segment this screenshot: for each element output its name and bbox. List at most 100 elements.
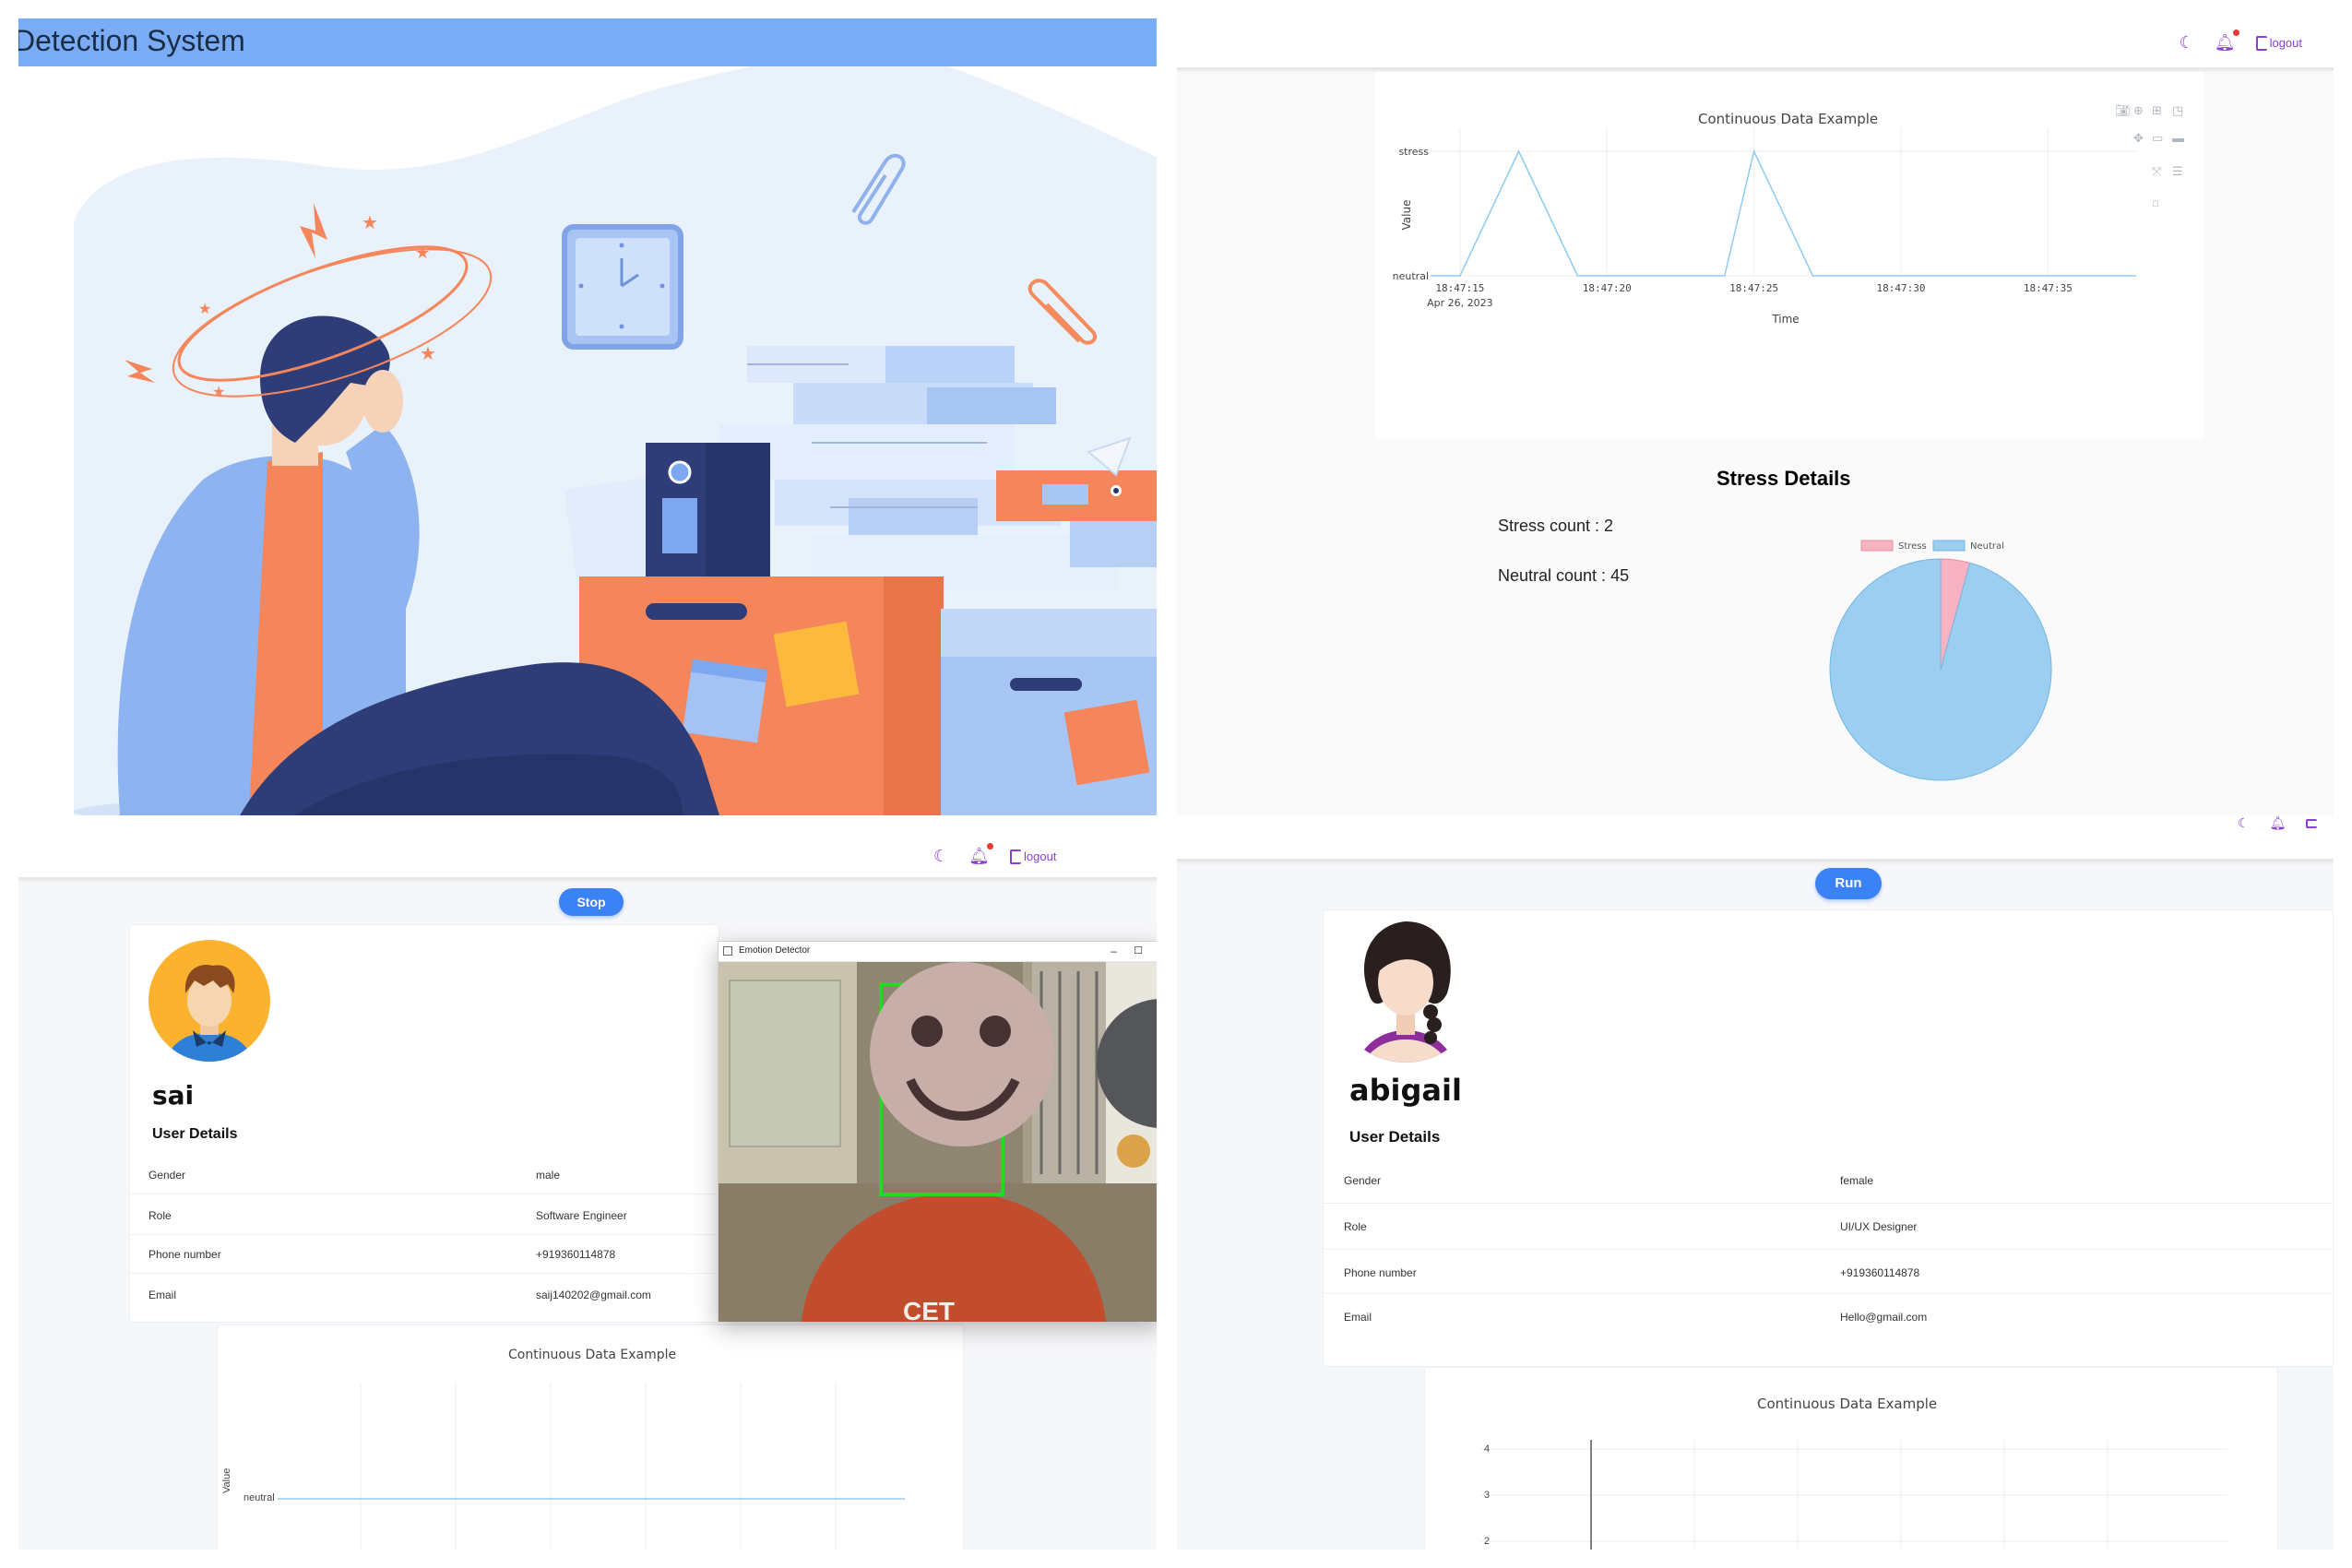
- detector-titlebar[interactable]: Emotion Detector – ☐: [719, 942, 1157, 962]
- logout-icon: [2255, 35, 2267, 51]
- y-tick-label: neutral: [1393, 270, 1429, 282]
- notification-bell-icon[interactable]: 🔔︎: [2215, 30, 2239, 53]
- user-details-heading: User Details: [1349, 1128, 1441, 1146]
- y-tick-label: 3: [1484, 1490, 1491, 1501]
- sai-profile-panel: ☾ 🔔︎ logout Stop sai User Details Gender…: [18, 815, 1157, 1550]
- legend-label: Neutral: [1970, 541, 2004, 552]
- app-title: Detection System: [18, 24, 245, 57]
- abigail-chart-card: Continuous Data Example 4 3 2: [1424, 1367, 2278, 1550]
- detail-label: Gender: [148, 1169, 186, 1182]
- pie-chart: Stress Neutral: [1829, 540, 2052, 781]
- abigail-line-chart: [1480, 1440, 2227, 1550]
- legend-label: Stress: [1898, 541, 1927, 552]
- detail-row: Role Software Engineer: [130, 1194, 719, 1235]
- legend-swatch: [1860, 540, 1894, 552]
- app-title-bar: Detection System: [18, 18, 1157, 66]
- detail-label: Role: [1344, 1220, 1367, 1233]
- user-profile-card: sai User Details Gender male Role Software…: [129, 924, 719, 1323]
- logout-button[interactable]: logout: [2255, 35, 2302, 51]
- logout-label: logout: [1024, 849, 1057, 863]
- y-tick-label: stress: [1398, 146, 1429, 158]
- series-line: [1431, 148, 2136, 277]
- detail-value: female: [1840, 1174, 1874, 1187]
- svg-text:★: ★: [415, 244, 430, 262]
- dark-mode-moon-icon[interactable]: ☾: [2238, 815, 2250, 831]
- y-tick-label: 2: [1484, 1536, 1491, 1547]
- detail-value: +919360114878: [1840, 1266, 1920, 1279]
- legend-swatch: [1932, 540, 1966, 552]
- top-navbar: ☾ 🔔︎ logout: [1177, 18, 2334, 70]
- user-avatar: [1332, 915, 1479, 1063]
- detail-row: Phone number +919360114878: [130, 1235, 719, 1274]
- detail-row: Phone number +919360114878: [1324, 1250, 2333, 1294]
- x-tick-label: 18:47:25: [1729, 282, 1778, 294]
- detail-value: saij140202@gmail.com: [536, 1289, 651, 1301]
- sai-chart-ylabel: Value: [221, 1467, 232, 1493]
- detail-label: Email: [148, 1289, 177, 1301]
- svg-text:CET: CET: [903, 1297, 955, 1322]
- dark-mode-moon-icon[interactable]: ☾: [933, 847, 948, 866]
- detail-row: Email Hello@gmail.com: [1324, 1294, 2333, 1340]
- notification-bell-icon[interactable]: 🔔︎: [968, 843, 993, 866]
- x-subtick-label: Apr 26, 2023: [1427, 297, 1493, 309]
- detail-row: Email saij140202@gmail.com: [130, 1274, 719, 1314]
- neutral-count: Neutral count : 45: [1498, 566, 1630, 585]
- svg-text:★: ★: [362, 213, 378, 233]
- y-tick-label: 4: [1484, 1443, 1491, 1455]
- detail-label: Phone number: [148, 1248, 221, 1261]
- detail-value: male: [536, 1169, 561, 1182]
- line-chart-card: Continuous Data Example 📷︎ ⊕ ⊞ ◳ ✥ ▭ ▬ ⤧…: [1375, 72, 2205, 439]
- logout-label: logout: [2269, 36, 2302, 50]
- user-details-heading: User Details: [152, 1126, 238, 1142]
- emotion-detector-window[interactable]: Emotion Detector – ☐ CET: [718, 941, 1157, 1322]
- x-tick-label: 18:47:20: [1583, 282, 1632, 294]
- nav-actions-sai: ☾ 🔔︎ logout: [933, 843, 1056, 866]
- user-profile-card: abigail User Details Gender female Role UI…: [1323, 909, 2334, 1367]
- detail-row: Gender male: [130, 1156, 719, 1194]
- detail-value: Software Engineer: [536, 1209, 627, 1222]
- user-name: abigail: [1349, 1073, 1462, 1108]
- user-avatar: [139, 931, 279, 1071]
- logout-icon: [1010, 849, 1021, 864]
- stressed-worker-illustration: ★ ★ ★ ★ ★: [74, 53, 1157, 815]
- run-button[interactable]: Run: [1815, 868, 1882, 899]
- notification-bell-icon[interactable]: 🔔︎: [2270, 815, 2287, 831]
- nav-actions-abigail: ☾ 🔔︎: [2238, 815, 2318, 831]
- x-tick-label: 18:47:15: [1435, 282, 1484, 294]
- stress-details-heading: Stress Details: [1716, 467, 1851, 490]
- nav-actions: ☾ 🔔︎ logout: [2180, 30, 2302, 53]
- detail-row: Gender female: [1324, 1159, 2333, 1204]
- stress-count: Stress count : 2: [1498, 517, 1614, 535]
- detail-label: Phone number: [1344, 1266, 1417, 1279]
- dark-mode-moon-icon[interactable]: ☾: [2180, 33, 2194, 53]
- logout-icon[interactable]: [2306, 818, 2318, 828]
- abigail-profile-panel: ☾ 🔔︎ Run abigail User Details Gender fem…: [1177, 815, 2334, 1550]
- svg-text:★: ★: [198, 302, 211, 317]
- window-app-icon: [723, 946, 732, 956]
- top-navbar-abigail: ☾ 🔔︎: [1177, 815, 2334, 861]
- svg-text:★: ★: [420, 344, 436, 364]
- line-chart: stress neutral 18:47:15 18:47:20 18:47:25 18:…: [1393, 127, 2136, 326]
- detail-value: +919360114878: [536, 1248, 616, 1261]
- y-axis-label: Value: [1400, 200, 1413, 231]
- logout-button[interactable]: logout: [1010, 849, 1056, 864]
- landing-panel: ★ ★ ★ ★ ★ Detection System: [18, 18, 1157, 815]
- detail-label: Email: [1344, 1311, 1372, 1324]
- x-tick-label: 18:47:35: [2024, 282, 2073, 294]
- minimize-icon[interactable]: –: [1111, 944, 1117, 957]
- detector-window-title: Emotion Detector: [739, 945, 811, 956]
- detail-label: Gender: [1344, 1174, 1382, 1187]
- stress-dashboard-panel: ☾ 🔔︎ logout Continuous Data Example 📷︎ ⊕…: [1177, 18, 2334, 815]
- x-axis-label: Time: [1771, 313, 1799, 326]
- detail-value: UI/UX Designer: [1840, 1220, 1918, 1233]
- detail-label: Role: [148, 1209, 172, 1222]
- sai-chart-ytick: neutral: [244, 1492, 275, 1503]
- webcam-feed: CET: [719, 962, 1157, 1322]
- svg-text:★: ★: [212, 385, 225, 400]
- sai-line-chart: [278, 1383, 905, 1550]
- top-navbar-sai: ☾ 🔔︎ logout: [18, 815, 1157, 880]
- stop-button[interactable]: Stop: [559, 888, 624, 916]
- user-name: sai: [152, 1080, 195, 1111]
- pie-slice-neutral: [1829, 558, 2052, 781]
- maximize-icon[interactable]: ☐: [1134, 944, 1143, 956]
